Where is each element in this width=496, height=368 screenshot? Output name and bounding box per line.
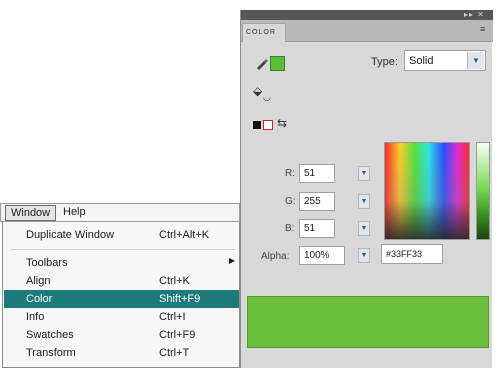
- menu-help[interactable]: Help: [58, 205, 91, 221]
- red-value: 51: [304, 168, 316, 179]
- panel-options-menu-icon[interactable]: ≡: [480, 24, 490, 34]
- menu-item-label: Duplicate Window: [26, 229, 115, 241]
- alpha-field[interactable]: 100%: [299, 246, 345, 265]
- paint-bucket-icon[interactable]: ⬙: [253, 84, 262, 98]
- red-label: R:: [285, 168, 295, 179]
- alpha-spinner-icon[interactable]: ▼: [358, 248, 370, 263]
- menu-window[interactable]: Window: [5, 205, 57, 221]
- green-field[interactable]: 255: [299, 192, 335, 211]
- red-field[interactable]: 51: [299, 164, 335, 183]
- type-label: Type:: [371, 56, 398, 68]
- menu-item-transform[interactable]: Transform Ctrl+T: [4, 344, 239, 362]
- menu-item-label: Transform: [26, 347, 76, 359]
- menu-item-label: Align: [26, 275, 51, 287]
- blue-value: 51: [304, 223, 316, 234]
- collapse-grip-icon[interactable]: ▸▸ ✕: [464, 11, 485, 19]
- tab-color[interactable]: COLOR: [242, 23, 286, 42]
- menu-item-swatches[interactable]: Swatches Ctrl+F9: [4, 326, 239, 344]
- menu-item-shortcut: Ctrl+F9: [159, 329, 196, 341]
- hex-value: #33FF33: [386, 249, 423, 259]
- alpha-label: Alpha:: [261, 251, 290, 262]
- color-panel: ▸▸ ✕ COLOR ≡ Type: Solid ▼ ⬙ ◡ ⇆ R: 51 ▼…: [240, 10, 493, 368]
- menu-item-shortcut: Ctrl+K: [159, 275, 190, 287]
- blue-spinner-icon[interactable]: ▼: [358, 221, 370, 236]
- fill-swatch-icon: [270, 56, 285, 71]
- blue-field[interactable]: 51: [299, 219, 335, 238]
- color-spectrum-picker[interactable]: [384, 142, 470, 240]
- menu-item-shortcut: Ctrl+Alt+K: [159, 229, 210, 241]
- red-spinner-icon[interactable]: ▼: [358, 166, 370, 181]
- fill-color-swatch[interactable]: [266, 52, 286, 72]
- brightness-slider[interactable]: [476, 142, 490, 240]
- menu-item-align[interactable]: Align Ctrl+K: [4, 272, 239, 290]
- green-spinner-icon[interactable]: ▼: [358, 194, 370, 209]
- green-label: G:: [285, 196, 296, 207]
- panel-title-bar[interactable]: ▸▸ ✕: [241, 10, 493, 20]
- swap-colors-icon[interactable]: ⇆: [277, 116, 287, 130]
- window-menu-dropdown: Duplicate Window Ctrl+Alt+K Toolbars ▶ A…: [2, 222, 240, 368]
- menu-item-info[interactable]: Info Ctrl+I: [4, 308, 239, 326]
- menu-item-shortcut: Ctrl+I: [159, 311, 186, 323]
- hex-color-field[interactable]: #33FF33: [381, 244, 443, 264]
- panel-tab-bar: COLOR ≡: [241, 20, 493, 42]
- selection-cursor-icon: ◡: [263, 92, 271, 102]
- menu-item-shortcut: Shift+F9: [159, 293, 201, 305]
- alpha-value: 100%: [304, 250, 330, 261]
- menu-separator: [11, 249, 235, 250]
- chevron-down-icon[interactable]: ▼: [467, 52, 484, 69]
- color-preview-swatch: [247, 296, 489, 348]
- menu-item-label: Color: [26, 293, 53, 305]
- fill-type-value: Solid: [409, 55, 434, 67]
- menu-item-label: Toolbars: [26, 257, 68, 269]
- green-value: 255: [304, 196, 321, 207]
- menu-item-duplicate-window[interactable]: Duplicate Window Ctrl+Alt+K: [4, 226, 239, 244]
- no-color-icon[interactable]: [263, 120, 273, 130]
- black-white-default-icon[interactable]: [253, 121, 261, 129]
- fill-type-select[interactable]: Solid ▼: [404, 50, 486, 71]
- submenu-arrow-icon: ▶: [228, 256, 235, 265]
- menu-item-toolbars[interactable]: Toolbars ▶: [4, 254, 239, 272]
- menu-item-label: Info: [26, 311, 45, 323]
- menu-item-shortcut: Ctrl+T: [159, 347, 190, 359]
- menu-item-label: Swatches: [26, 329, 74, 341]
- blue-label: B:: [285, 223, 295, 234]
- menu-bar: Window Help: [0, 203, 240, 222]
- menu-item-color[interactable]: Color Shift+F9: [4, 290, 239, 308]
